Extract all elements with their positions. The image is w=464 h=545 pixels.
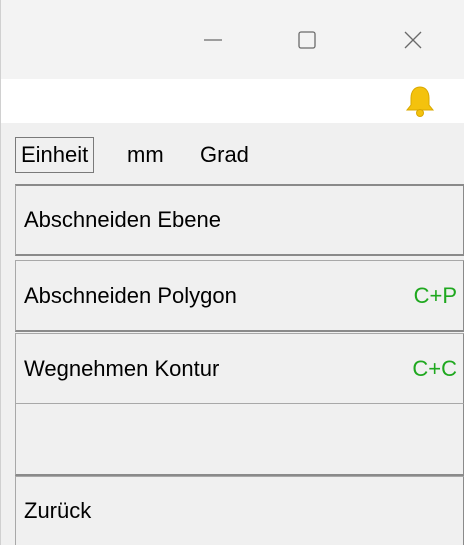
minimize-button[interactable] bbox=[173, 0, 253, 79]
close-icon bbox=[402, 29, 424, 51]
shortcut-label: C+P bbox=[413, 282, 457, 308]
minimize-icon bbox=[202, 29, 224, 51]
back-button[interactable]: Zurück bbox=[15, 476, 464, 545]
menu-item-label: Wegnehmen Kontur bbox=[24, 355, 220, 381]
bell-icon[interactable] bbox=[403, 84, 437, 118]
empty-menu-button[interactable] bbox=[15, 403, 464, 476]
length-unit-label: mm bbox=[127, 142, 164, 167]
shortcut-label: C+C bbox=[412, 355, 457, 381]
notification-strip bbox=[1, 79, 464, 123]
app-window: Einheit mm Grad Abschneiden Ebene Abschn… bbox=[0, 0, 464, 545]
close-button[interactable] bbox=[373, 0, 453, 79]
title-bar bbox=[1, 0, 464, 79]
menu-item-label: Abschneiden Polygon bbox=[24, 282, 237, 308]
remove-contour-button[interactable]: Wegnehmen Kontur C+C bbox=[15, 333, 464, 405]
angle-unit-label: Grad bbox=[200, 142, 249, 167]
maximize-button[interactable] bbox=[267, 0, 347, 79]
menu-item-label: Abschneiden Ebene bbox=[24, 207, 221, 232]
maximize-icon bbox=[296, 29, 318, 51]
cut-polygon-button[interactable]: Abschneiden Polygon C+P bbox=[15, 260, 464, 332]
cut-plane-button[interactable]: Abschneiden Ebene bbox=[15, 184, 464, 256]
unit-button[interactable]: Einheit bbox=[15, 137, 95, 173]
menu-item-label: Zurück bbox=[24, 498, 92, 523]
